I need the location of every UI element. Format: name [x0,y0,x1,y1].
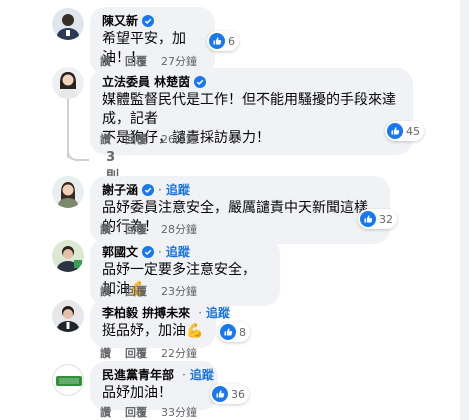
like-reaction-icon [220,324,236,340]
avatar[interactable] [52,240,84,272]
like-button[interactable]: 讚 [100,221,111,237]
verified-badge-icon [142,15,155,27]
reaction-count[interactable]: 36 [210,384,249,404]
timestamp[interactable]: 28分鐘 [161,221,197,237]
follow-button[interactable]: 追蹤 [166,244,190,260]
reaction-count[interactable]: 32 [358,209,397,229]
reply-button[interactable]: 回覆 [125,221,147,237]
reply-button[interactable]: 回覆 [125,404,147,420]
comment-text: 挺品妤，加油💪 [102,323,204,339]
reply-button[interactable]: 回覆 [125,283,147,299]
commenter-name[interactable]: 陳又新 [102,13,138,29]
verified-badge-icon [194,76,207,88]
timestamp[interactable]: 22分鐘 [161,345,197,361]
like-reaction-icon [387,123,403,139]
scrollbar-track[interactable] [460,0,469,420]
avatar[interactable] [52,364,84,396]
reply-button[interactable]: 回覆 [125,345,147,361]
verified-badge-icon [142,184,155,196]
commenter-name[interactable]: 李柏毅 拚搏未來 [102,305,190,321]
reaction-count[interactable]: 6 [207,31,239,51]
avatar[interactable] [52,300,84,332]
commenter-name[interactable]: 謝子涵 [102,182,138,198]
comment-bubble: 民進黨青年部 · 追蹤 品妤加油！ [90,361,218,410]
reply-button[interactable]: 回覆 [125,131,147,147]
like-reaction-icon [212,386,228,402]
commenter-name[interactable]: 立法委員 林楚茵 [102,74,190,90]
avatar[interactable] [52,8,84,40]
timestamp[interactable]: 33分鐘 [161,404,197,420]
follow-button[interactable]: 追蹤 [206,305,230,321]
reaction-count[interactable]: 8 [218,322,250,342]
verified-badge-icon [142,246,155,258]
flexed-biceps-emoji: 💪 [186,323,204,339]
like-button[interactable]: 讚 [100,131,111,147]
commenter-name[interactable]: 民進黨青年部 [102,367,174,383]
reaction-count[interactable]: 45 [385,121,424,141]
timestamp[interactable]: 26分鐘 [161,131,197,147]
like-button[interactable]: 讚 [100,404,111,420]
like-reaction-icon [360,211,376,227]
timestamp[interactable]: 27分鐘 [161,53,197,69]
commenter-name[interactable]: 郭國文 [102,244,138,260]
follow-button[interactable]: 追蹤 [166,182,190,198]
follow-button[interactable]: 追蹤 [190,367,214,383]
like-button[interactable]: 讚 [100,345,111,361]
comment-bubble: 李柏毅 拚搏未來 · 追蹤 挺品妤，加油💪 [90,299,230,348]
like-button[interactable]: 讚 [100,283,111,299]
reply-button[interactable]: 回覆 [125,53,147,69]
avatar[interactable] [52,176,84,208]
avatar[interactable] [52,67,84,99]
timestamp[interactable]: 23分鐘 [161,283,197,299]
like-reaction-icon [209,33,225,49]
comment-text: 品妤加油！ [102,385,172,401]
like-button[interactable]: 讚 [100,53,111,69]
